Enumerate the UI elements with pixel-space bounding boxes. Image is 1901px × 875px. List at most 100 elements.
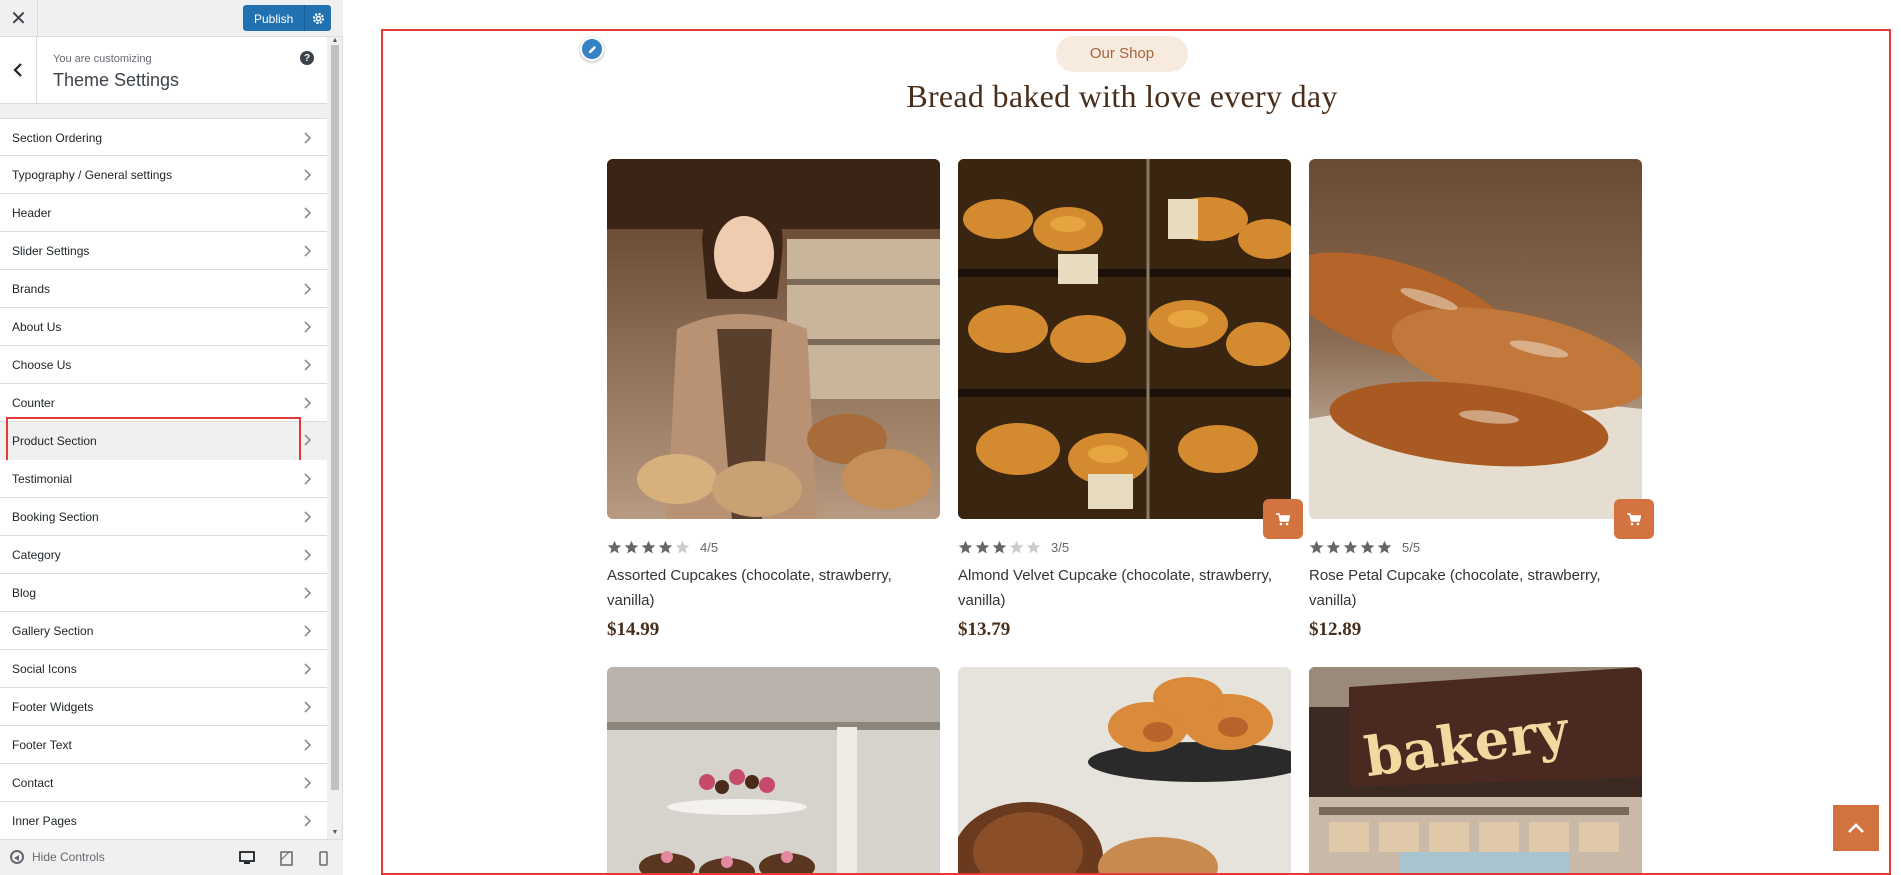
menu-item-gallery-section[interactable]: Gallery Section bbox=[0, 612, 327, 650]
menu-item-label: About Us bbox=[12, 320, 62, 334]
menu-item-label: Footer Widgets bbox=[12, 700, 94, 714]
product-image[interactable]: bakery bbox=[1309, 667, 1642, 875]
publish-settings-button[interactable] bbox=[304, 5, 332, 31]
star-filled-icon bbox=[641, 540, 656, 554]
customizer-footer: Hide Controls bbox=[0, 839, 343, 875]
star-filled-icon bbox=[975, 540, 990, 554]
menu-item-footer-text[interactable]: Footer Text bbox=[0, 726, 327, 764]
product-image[interactable] bbox=[1309, 159, 1642, 519]
product-image[interactable] bbox=[607, 667, 940, 875]
star-empty-icon bbox=[1009, 540, 1024, 554]
product-price: $14.99 bbox=[607, 619, 660, 640]
chevron-right-icon bbox=[304, 245, 312, 257]
star-rating bbox=[1309, 540, 1392, 555]
scroll-to-top-button[interactable] bbox=[1833, 805, 1879, 851]
customizer-topbar: ✕ Publish bbox=[0, 0, 343, 37]
product-name[interactable]: Assorted Cupcakes (chocolate, strawberry… bbox=[607, 563, 940, 613]
menu-item-header[interactable]: Header bbox=[0, 194, 327, 232]
chevron-right-icon bbox=[304, 739, 312, 751]
section-badge: Our Shop bbox=[1056, 36, 1188, 72]
star-empty-icon bbox=[1026, 540, 1041, 554]
product-rating: 3/5 bbox=[958, 540, 1291, 555]
customizer-info: You are customizing Theme Settings ? bbox=[0, 37, 327, 104]
chevron-right-icon bbox=[304, 663, 312, 675]
product-name[interactable]: Rose Petal Cupcake (chocolate, strawberr… bbox=[1309, 563, 1642, 613]
scroll-up-arrow[interactable]: ▲ bbox=[331, 37, 339, 45]
star-filled-icon bbox=[607, 540, 622, 554]
product-name[interactable]: Almond Velvet Cupcake (chocolate, strawb… bbox=[958, 563, 1291, 613]
menu-item-label: Footer Text bbox=[12, 738, 72, 752]
add-to-cart-button[interactable] bbox=[1263, 499, 1303, 539]
menu-item-booking-section[interactable]: Booking Section bbox=[0, 498, 327, 536]
chevron-right-icon bbox=[304, 283, 312, 295]
product-price: $12.89 bbox=[1309, 619, 1362, 640]
product-card[interactable]: 5/5 Rose Petal Cupcake (chocolate, straw… bbox=[1309, 159, 1654, 641]
product-image[interactable] bbox=[607, 159, 940, 519]
customizing-subtitle: You are customizing bbox=[53, 53, 152, 65]
product-image[interactable] bbox=[958, 159, 1291, 519]
menu-item-label: Contact bbox=[12, 776, 54, 790]
menu-item-about-us[interactable]: About Us bbox=[0, 308, 327, 346]
star-filled-icon bbox=[992, 540, 1007, 554]
star-filled-icon bbox=[1309, 540, 1324, 554]
preview-desktop-button[interactable] bbox=[238, 849, 256, 867]
mobile-icon bbox=[318, 850, 328, 866]
star-filled-icon bbox=[658, 540, 673, 554]
menu-item-social-icons[interactable]: Social Icons bbox=[0, 650, 327, 688]
sidebar-scrollbar[interactable]: ▲ ▼ bbox=[329, 37, 340, 837]
menu-item-label: Booking Section bbox=[12, 510, 99, 524]
product-card[interactable]: bakery bbox=[1309, 667, 1642, 875]
menu-item-choose-us[interactable]: Choose Us bbox=[0, 346, 327, 384]
menu-item-blog[interactable]: Blog bbox=[0, 574, 327, 612]
back-button[interactable] bbox=[0, 37, 37, 103]
chevron-right-icon bbox=[304, 815, 312, 827]
menu-item-inner-pages[interactable]: Inner Pages bbox=[0, 802, 327, 840]
edit-shortcut-button[interactable] bbox=[580, 37, 604, 61]
chevron-up-icon bbox=[1848, 823, 1864, 833]
chevron-right-icon[interactable] bbox=[303, 434, 313, 446]
menu-item-label: Typography / General settings bbox=[12, 168, 173, 182]
menu-item-footer-widgets[interactable]: Footer Widgets bbox=[0, 688, 327, 726]
star-rating bbox=[958, 540, 1041, 555]
chevron-right-icon bbox=[304, 473, 312, 485]
chevron-right-icon bbox=[304, 701, 312, 713]
menu-item-label: Slider Settings bbox=[12, 244, 90, 258]
chevron-left-icon bbox=[13, 63, 22, 77]
menu-item-contact[interactable]: Contact bbox=[0, 764, 327, 802]
menu-item-slider-settings[interactable]: Slider Settings bbox=[0, 232, 327, 270]
star-empty-icon bbox=[675, 540, 690, 554]
chevron-right-icon bbox=[304, 587, 312, 599]
site-preview: Our Shop Bread baked with love every day bbox=[343, 0, 1901, 875]
star-filled-icon bbox=[624, 540, 639, 554]
product-card[interactable] bbox=[607, 667, 940, 875]
product-card[interactable]: 4/5 Assorted Cupcakes (chocolate, strawb… bbox=[607, 159, 940, 641]
product-card[interactable] bbox=[958, 667, 1291, 875]
chevron-right-icon bbox=[304, 359, 312, 371]
star-rating bbox=[607, 540, 690, 555]
chevron-right-icon bbox=[304, 321, 312, 333]
scrollbar-thumb[interactable] bbox=[331, 45, 339, 790]
menu-item-label: Social Icons bbox=[12, 662, 77, 676]
chevron-right-icon bbox=[304, 511, 312, 523]
pencil-icon bbox=[588, 45, 596, 53]
rating-score: 5/5 bbox=[1402, 540, 1421, 555]
menu-item-label: Category bbox=[12, 548, 61, 562]
desktop-icon bbox=[239, 851, 255, 864]
close-customizer-button[interactable]: ✕ bbox=[0, 0, 38, 36]
menu-item-section-ordering[interactable]: Section Ordering bbox=[0, 118, 327, 156]
publish-button[interactable]: Publish bbox=[243, 5, 305, 31]
preview-tablet-button[interactable] bbox=[277, 849, 295, 867]
menu-item-typography[interactable]: Typography / General settings bbox=[0, 156, 327, 194]
help-icon[interactable]: ? bbox=[300, 51, 314, 65]
rating-score: 4/5 bbox=[700, 540, 719, 555]
product-card[interactable]: 3/5 Almond Velvet Cupcake (chocolate, st… bbox=[958, 159, 1303, 641]
menu-item-category[interactable]: Category bbox=[0, 536, 327, 574]
star-filled-icon bbox=[1326, 540, 1341, 554]
menu-item-brands[interactable]: Brands bbox=[0, 270, 327, 308]
hide-controls-button[interactable]: Hide Controls bbox=[10, 850, 105, 864]
menu-item-testimonial[interactable]: Testimonial bbox=[0, 460, 327, 498]
add-to-cart-button[interactable] bbox=[1614, 499, 1654, 539]
scroll-down-arrow[interactable]: ▼ bbox=[331, 829, 339, 837]
preview-mobile-button[interactable] bbox=[314, 849, 332, 867]
product-image[interactable] bbox=[958, 667, 1291, 875]
